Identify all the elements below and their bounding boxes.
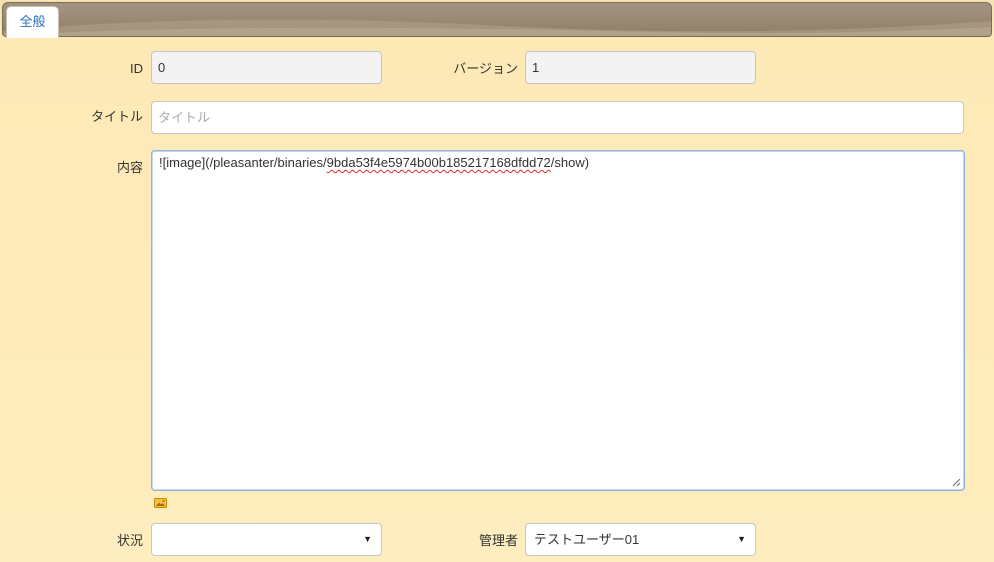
edit-page: 全般 ID バージョン タイトル 内容 ![image](/pleasanter… [0, 0, 994, 562]
title-input[interactable] [151, 101, 964, 134]
tab-bar-background [2, 2, 992, 37]
image-icon[interactable] [154, 498, 167, 508]
body-text-suffix: /show) [550, 155, 590, 170]
chevron-down-icon: ▼ [363, 534, 372, 544]
manager-select-value: テストユーザー01 [534, 532, 640, 547]
title-label: タイトル [90, 109, 143, 124]
id-field[interactable] [151, 51, 382, 84]
version-label: バージョン [453, 61, 518, 76]
status-label: 状況 [116, 533, 143, 548]
id-label: ID [130, 61, 143, 76]
body-label: 内容 [116, 160, 143, 175]
version-field[interactable] [525, 51, 756, 84]
body-text-misspelled: 9bda53f4e5974b00b185217168dfdd72 [326, 155, 551, 170]
body-text-prefix: ![image](/pleasanter/binaries/ [159, 155, 327, 170]
tab-general[interactable]: 全般 [6, 6, 59, 38]
chevron-down-icon: ▼ [737, 534, 746, 544]
status-select[interactable]: ▼ [151, 523, 382, 556]
body-textarea[interactable]: ![image](/pleasanter/binaries/9bda53f4e5… [151, 150, 965, 491]
manager-label: 管理者 [478, 533, 518, 548]
tab-bar-wave-decoration [3, 19, 991, 36]
tab-bar: 全般 [0, 0, 994, 38]
manager-select[interactable]: テストユーザー01 ▼ [525, 523, 756, 556]
resize-grip-icon[interactable] [952, 478, 961, 487]
